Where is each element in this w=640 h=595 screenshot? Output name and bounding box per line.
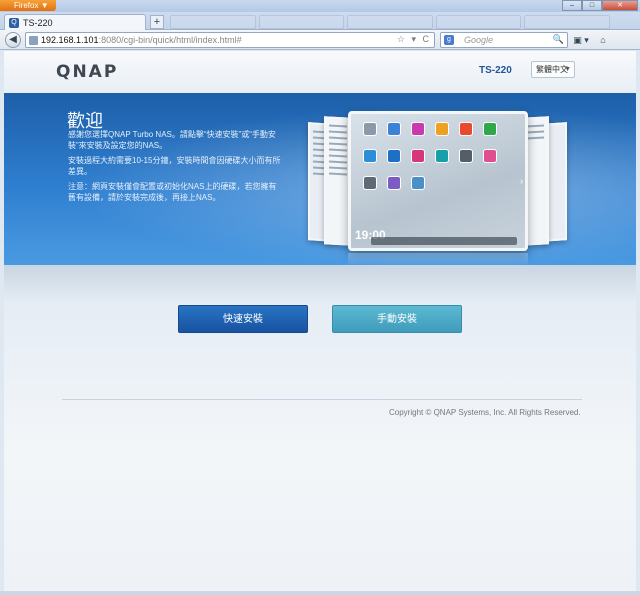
tab-strip: Q TS-220 + [0, 12, 640, 30]
file-app-icon [459, 122, 473, 136]
model-name: TS-220 [479, 65, 512, 76]
backup-app-icon [363, 176, 377, 190]
chevron-right-icon: › [520, 176, 523, 186]
cloud-app-icon [387, 149, 401, 163]
firefox-menu-label: Firefox [14, 1, 39, 10]
hd-app-icon [483, 149, 497, 163]
window-controls: – □ ✕ [562, 0, 638, 11]
new-tab-button[interactable]: + [150, 15, 164, 29]
status-bar [0, 591, 640, 595]
toolbar-icons: ▣ ▾ ⌂ [573, 33, 611, 47]
minimize-button[interactable]: – [562, 0, 582, 11]
background-tabs [170, 15, 610, 29]
page-content: QNAP TS-220 繁體中文 ▼ 歡迎 感謝您選擇QNAP Turbo NA… [4, 51, 636, 591]
google-icon[interactable]: g [444, 35, 454, 45]
welcome-banner: 歡迎 感謝您選擇QNAP Turbo NAS。請點擊“快速安裝”或“手動安裝”來… [4, 93, 636, 265]
url-path: :8080/cgi-bin/quick/html/index.html# [98, 35, 242, 45]
maximize-button[interactable]: □ [582, 0, 602, 11]
intro-paragraph: 安裝過程大約需要10-15分鐘，安裝時間會因硬碟大小而有所差異。 [68, 156, 281, 176]
settings-app-icon [363, 122, 377, 136]
manual-setup-button[interactable]: 手動安裝 [332, 305, 462, 333]
media-app-icon [435, 149, 449, 163]
site-identity-icon[interactable] [29, 35, 38, 45]
video-app-icon [435, 122, 449, 136]
intro-paragraph: 感謝您選擇QNAP Turbo NAS。請點擊“快速安裝”或“手動安裝”來安裝及… [68, 130, 276, 150]
firefox-menu-button[interactable]: Firefox ▼ [0, 0, 56, 11]
back-button[interactable]: ◀ [5, 32, 21, 48]
search-icon[interactable]: 🔍 [553, 34, 564, 45]
language-select[interactable]: 繁體中文 ▼ [531, 61, 575, 78]
user-app-icon [411, 176, 425, 190]
quick-setup-button[interactable]: 快速安裝 [178, 305, 308, 333]
download-app-icon [483, 122, 497, 136]
firefox-menu-caret-icon: ▼ [40, 1, 49, 10]
home-icon[interactable]: ⌂ [595, 33, 611, 47]
surveillance-app-icon [411, 149, 425, 163]
browser-tab[interactable]: Q TS-220 [4, 14, 146, 30]
url-host: 192.168.1.101 [41, 35, 99, 45]
photo-app-icon [387, 122, 401, 136]
search-input[interactable]: g Google 🔍 [440, 32, 568, 48]
intro-paragraph: 注意：網頁安裝僅會配置或初始化NAS上的硬碟，若您擁有舊有設備，請於安裝完成後，… [68, 182, 277, 202]
tablet-illustration: 19:00 › [348, 111, 528, 251]
sync-app-icon [363, 149, 377, 163]
tab-title: TS-220 [23, 17, 53, 28]
window-titlebar: Firefox ▼ – □ ✕ [0, 0, 640, 12]
close-window-button[interactable]: ✕ [602, 0, 638, 11]
qnap-favicon-icon: Q [9, 17, 19, 28]
app-icon-grid [363, 122, 501, 190]
music-app-icon [411, 122, 425, 136]
qnap-header: QNAP TS-220 繁體中文 ▼ [4, 51, 636, 93]
qnap-logo: QNAP [56, 62, 119, 82]
chevron-down-icon: ▼ [564, 66, 571, 73]
tablet-dock [371, 237, 517, 245]
bookmarks-icon[interactable]: ▣ ▾ [573, 33, 589, 47]
url-bar[interactable]: 192.168.1.101:8080/cgi-bin/quick/html/in… [25, 32, 435, 48]
web-app-icon [387, 176, 401, 190]
url-bar-actions[interactable]: ☆ ▾ C [397, 34, 431, 45]
copyright-text: Copyright © QNAP Systems, Inc. All Right… [389, 408, 581, 417]
search-placeholder: Google [464, 35, 494, 45]
navigation-toolbar: ◀ 192.168.1.101:8080/cgi-bin/quick/html/… [0, 30, 640, 50]
storage-app-icon [459, 149, 473, 163]
welcome-text: 感謝您選擇QNAP Turbo NAS。請點擊“快速安裝”或“手動安裝”來安裝及… [68, 129, 282, 207]
footer-divider [62, 399, 582, 400]
